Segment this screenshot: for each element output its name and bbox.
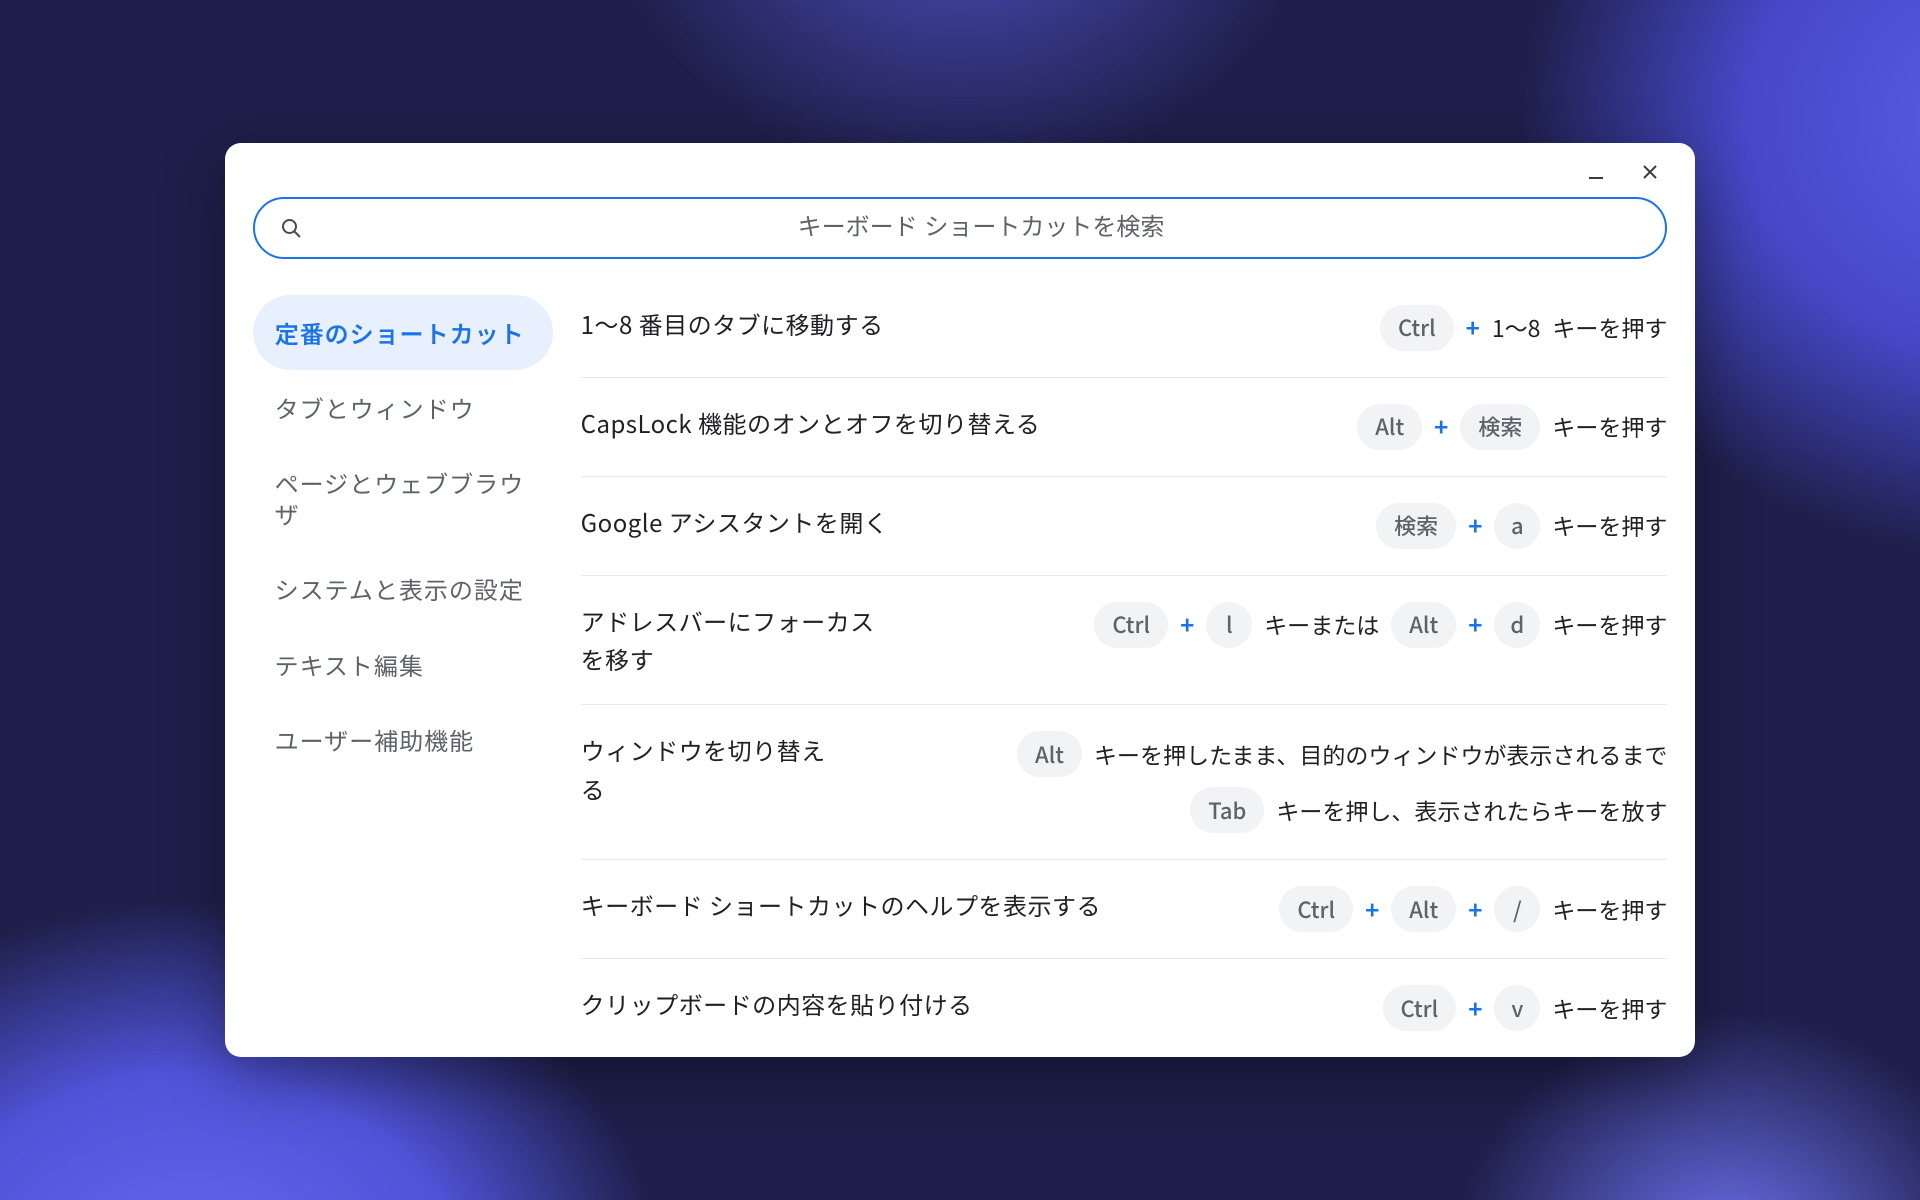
key-search: 検索 bbox=[1460, 404, 1540, 450]
plus-icon: + bbox=[1466, 308, 1480, 346]
shortcut-keys: Ctrl + l キーまたは Alt + d キーを押す bbox=[901, 602, 1668, 648]
key-instruction: キーを押し、表示されたらキーを放す bbox=[1276, 792, 1667, 829]
shortcut-keys: Ctrl + Alt + / キーを押す bbox=[1121, 886, 1667, 932]
key-alt: Alt bbox=[1357, 404, 1422, 450]
shortcut-label: キーボード ショートカットのヘルプを表示する bbox=[581, 886, 1101, 924]
key-ctrl: Ctrl bbox=[1383, 985, 1457, 1031]
key-a: a bbox=[1494, 503, 1540, 549]
key-line: Alt キーを押したまま、目的のウィンドウが表示されるまで bbox=[1017, 731, 1667, 777]
shortcut-keys: Ctrl + v キーを押す bbox=[993, 985, 1668, 1031]
close-button[interactable] bbox=[1639, 161, 1661, 183]
plus-icon: + bbox=[1468, 890, 1482, 928]
key-instruction: キーを押したまま、目的のウィンドウが表示されるまで bbox=[1094, 736, 1667, 773]
shortcut-label: 1〜8 番目のタブに移動する bbox=[581, 305, 884, 343]
shortcut-row: クリップボードの内容を貼り付ける Ctrl + v キーを押す bbox=[581, 959, 1668, 1057]
press-key-suffix: キーを押す bbox=[1552, 309, 1667, 346]
key-tab: Tab bbox=[1190, 787, 1264, 833]
key-alt: Alt bbox=[1017, 731, 1082, 777]
sidebar-item-text-editing[interactable]: テキスト編集 bbox=[253, 627, 553, 702]
press-key-suffix: キーを押す bbox=[1552, 606, 1667, 643]
minimize-icon bbox=[1586, 162, 1606, 182]
key-slash: / bbox=[1494, 886, 1540, 932]
key-line: Tab キーを押し、表示されたらキーを放す bbox=[1190, 787, 1667, 833]
plus-icon: + bbox=[1468, 506, 1482, 544]
search-icon bbox=[279, 216, 303, 240]
sidebar: 定番のショートカット タブとウィンドウ ページとウェブブラウザ システムと表示の… bbox=[253, 295, 553, 1058]
key-or-text: キーまたは bbox=[1264, 606, 1379, 643]
key-d: d bbox=[1494, 602, 1540, 648]
shortcut-label: Google アシスタントを開く bbox=[581, 503, 889, 541]
content: 定番のショートカット タブとウィンドウ ページとウェブブラウザ システムと表示の… bbox=[253, 295, 1668, 1058]
shortcut-row: 1〜8 番目のタブに移動する Ctrl + 1〜8 キーを押す bbox=[581, 295, 1668, 378]
shortcut-keys: Ctrl + 1〜8 キーを押す bbox=[904, 305, 1668, 351]
shortcut-row: ウィンドウを切り替える Alt キーを押したまま、目的のウィンドウが表示されるま… bbox=[581, 705, 1668, 860]
shortcut-list: 1〜8 番目のタブに移動する Ctrl + 1〜8 キーを押す CapsLock… bbox=[581, 295, 1668, 1058]
shortcut-row: Google アシスタントを開く 検索 + a キーを押す bbox=[581, 477, 1668, 576]
key-alt: Alt bbox=[1391, 602, 1456, 648]
key-l: l bbox=[1206, 602, 1252, 648]
plus-icon: + bbox=[1365, 890, 1379, 928]
key-alt: Alt bbox=[1391, 886, 1456, 932]
key-ctrl: Ctrl bbox=[1380, 305, 1454, 351]
plus-icon: + bbox=[1468, 989, 1482, 1027]
key-search: 検索 bbox=[1376, 503, 1456, 549]
plus-icon: + bbox=[1434, 407, 1448, 445]
shortcut-label: CapsLock 機能のオンとオフを切り替える bbox=[581, 404, 1041, 442]
sidebar-item-accessibility[interactable]: ユーザー補助機能 bbox=[253, 702, 553, 777]
press-key-suffix: キーを押す bbox=[1552, 408, 1667, 445]
shortcut-keys: Alt キーを押したまま、目的のウィンドウが表示されるまで Tab キーを押し、… bbox=[851, 731, 1668, 833]
press-key-suffix: キーを押す bbox=[1552, 891, 1667, 928]
plus-icon: + bbox=[1468, 605, 1482, 643]
sidebar-item-tabs-windows[interactable]: タブとウィンドウ bbox=[253, 370, 553, 445]
key-v: v bbox=[1494, 985, 1540, 1031]
shortcut-row: キーボード ショートカットのヘルプを表示する Ctrl + Alt + / キー… bbox=[581, 860, 1668, 959]
search-input[interactable] bbox=[321, 213, 1642, 243]
sidebar-item-system-display[interactable]: システムと表示の設定 bbox=[253, 551, 553, 626]
sidebar-item-page-browser[interactable]: ページとウェブブラウザ bbox=[253, 445, 553, 551]
minimize-button[interactable] bbox=[1585, 161, 1607, 183]
close-icon bbox=[1640, 162, 1660, 182]
key-ctrl: Ctrl bbox=[1094, 602, 1168, 648]
shortcut-keys: 検索 + a キーを押す bbox=[908, 503, 1667, 549]
key-ctrl: Ctrl bbox=[1279, 886, 1353, 932]
press-key-suffix: キーを押す bbox=[1552, 990, 1667, 1027]
search-bar[interactable] bbox=[253, 197, 1668, 259]
shortcut-label: ウィンドウを切り替える bbox=[581, 731, 831, 808]
sidebar-item-popular[interactable]: 定番のショートカット bbox=[253, 295, 553, 370]
shortcut-label: クリップボードの内容を貼り付ける bbox=[581, 985, 973, 1023]
plus-icon: + bbox=[1180, 605, 1194, 643]
shortcut-row: アドレスバーにフォーカスを移す Ctrl + l キーまたは Alt + d キ… bbox=[581, 576, 1668, 706]
shortcut-label: アドレスバーにフォーカスを移す bbox=[581, 602, 881, 679]
press-key-suffix: キーを押す bbox=[1552, 507, 1667, 544]
shortcut-keys: Alt + 検索 キーを押す bbox=[1060, 404, 1667, 450]
titlebar bbox=[253, 161, 1668, 183]
shortcut-row: CapsLock 機能のオンとオフを切り替える Alt + 検索 キーを押す bbox=[581, 378, 1668, 477]
key-text: 1〜8 bbox=[1492, 309, 1541, 346]
shortcuts-dialog: 定番のショートカット タブとウィンドウ ページとウェブブラウザ システムと表示の… bbox=[225, 143, 1696, 1058]
